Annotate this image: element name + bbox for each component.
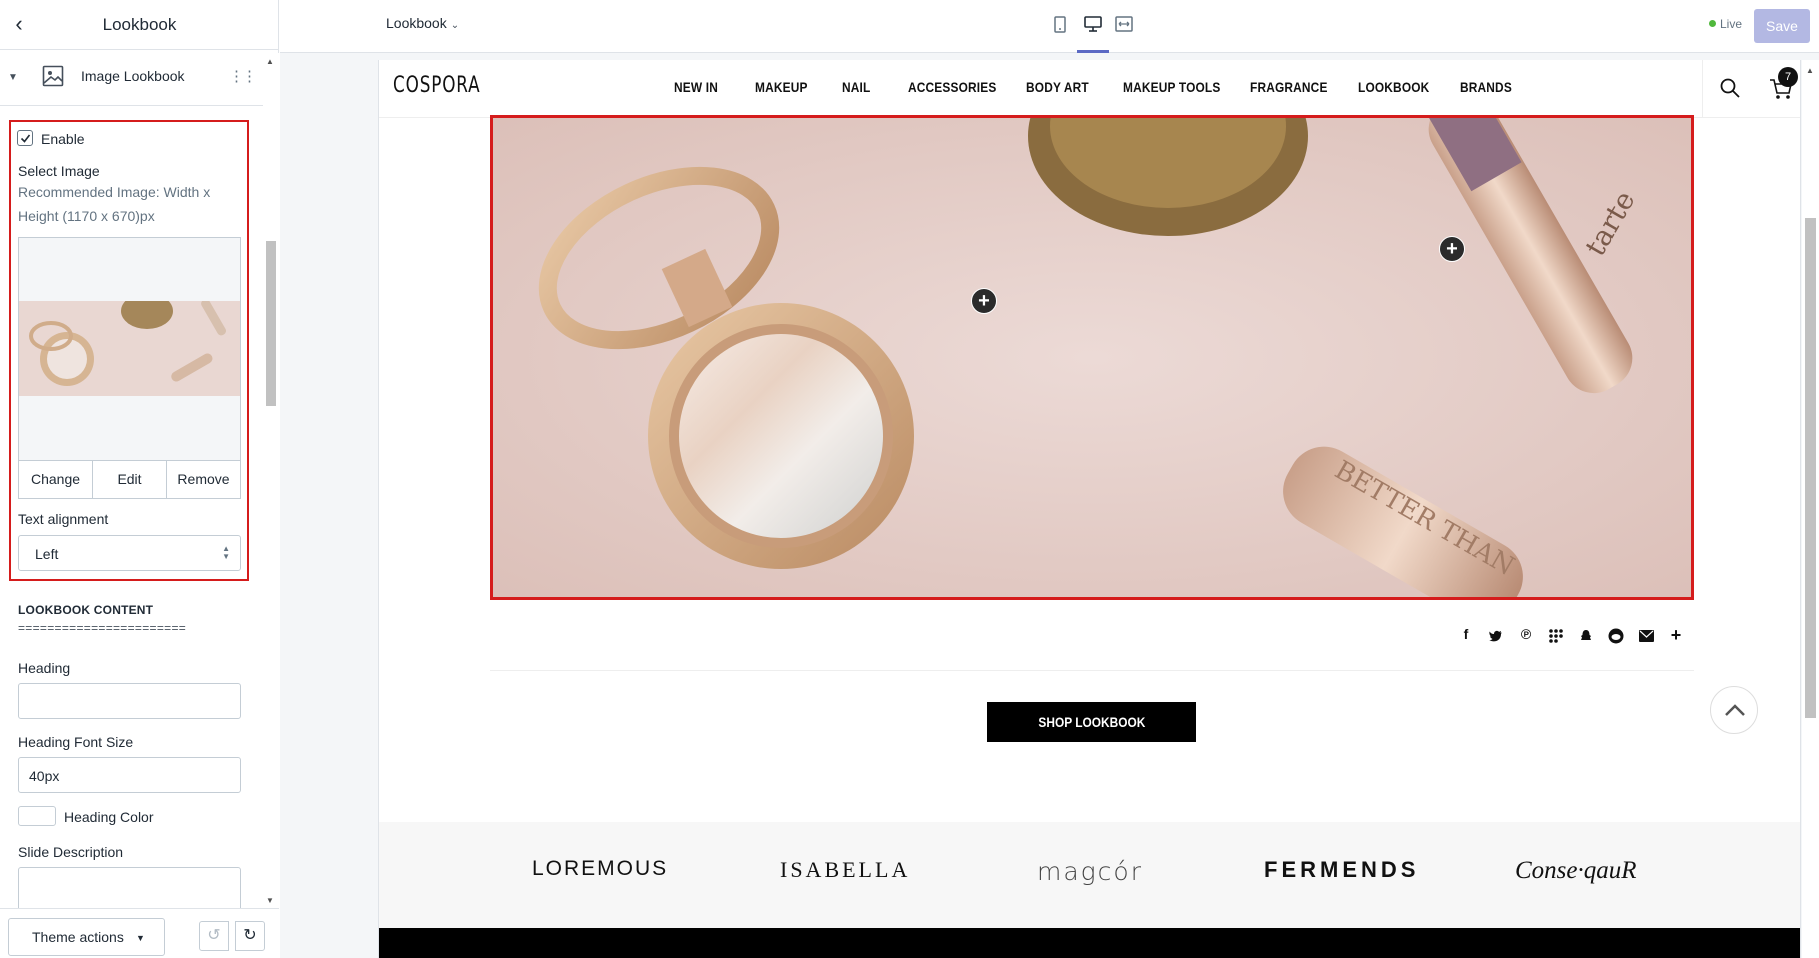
live-label: Live (1720, 17, 1743, 31)
edit-image-button[interactable]: Edit (93, 461, 167, 498)
select-image-label: Select Image (18, 163, 100, 179)
plus-icon[interactable]: + (1666, 626, 1686, 646)
scroll-up-icon[interactable]: ▲ (1806, 66, 1814, 75)
sidebar-header: ‹ Lookbook (0, 0, 279, 50)
page-selector[interactable]: Lookbook ⌄ (386, 15, 459, 31)
cart-count-badge: 7 (1778, 67, 1798, 87)
footer-band (379, 928, 1800, 958)
divider (490, 670, 1694, 671)
editor-topbar: Lookbook ⌄ Live Save (280, 0, 1819, 53)
heading-font-size-input[interactable]: 40px (18, 757, 241, 793)
image-button-group: Change Edit Remove (19, 460, 240, 498)
enable-checkbox[interactable] (17, 130, 33, 146)
theme-actions-button[interactable]: Theme actions ▼ (8, 918, 165, 956)
snapchat-icon[interactable] (1576, 626, 1596, 646)
store-header: COSPORA NEW IN MAKEUP NAIL ACCESSORIES B… (379, 60, 1800, 118)
brand-logo-fermends[interactable]: FERMENDS (1264, 857, 1419, 883)
save-button[interactable]: Save (1754, 9, 1810, 43)
preview-scrollbar-thumb[interactable] (1805, 218, 1816, 718)
shop-lookbook-label: SHOP LOOKBOOK (1038, 714, 1145, 730)
mobile-view-icon[interactable] (1047, 12, 1073, 38)
text-alignment-select[interactable]: Left ▲ ▼ (18, 535, 241, 571)
image-icon (42, 65, 64, 87)
nav-item-new-in[interactable]: NEW IN (674, 79, 718, 95)
select-arrows-icon: ▲ ▼ (222, 544, 230, 561)
image-thumbnail (19, 301, 240, 396)
text-alignment-label: Text alignment (18, 511, 109, 527)
sidebar-footer: Theme actions ▼ ↺ ↻ (0, 908, 279, 958)
lookbook-hotspot-2[interactable]: + (1439, 236, 1465, 262)
theme-editor: ‹ Lookbook ▼ Image Lookbook ⋮⋮ Enable Se… (0, 0, 1819, 958)
scrollbar-thumb[interactable] (266, 241, 276, 406)
nav-item-body-art[interactable]: BODY ART (1026, 79, 1089, 95)
nav-item-brands[interactable]: BRANDS (1460, 79, 1512, 95)
section-separator: ======================= (18, 621, 187, 635)
heading-color-swatch[interactable] (18, 806, 56, 826)
email-icon[interactable] (1636, 626, 1656, 646)
block-header-image-lookbook[interactable]: ▼ Image Lookbook ⋮⋮ (0, 53, 263, 106)
nav-item-makeup-tools[interactable]: MAKEUP TOOLS (1123, 79, 1220, 95)
checkmark-icon (20, 134, 31, 143)
editor-sidebar: ‹ Lookbook ▼ Image Lookbook ⋮⋮ Enable Se… (0, 0, 279, 958)
desktop-view-icon[interactable] (1080, 12, 1106, 38)
heading-input[interactable] (18, 683, 241, 719)
grid-icon[interactable] (1546, 626, 1566, 646)
fullwidth-view-icon[interactable] (1111, 12, 1137, 38)
caret-down-icon: ▼ (136, 933, 145, 943)
sidebar-title: Lookbook (102, 15, 177, 34)
heading-color-label: Heading Color (64, 809, 154, 825)
change-image-button[interactable]: Change (19, 461, 93, 498)
text-alignment-value: Left (35, 546, 59, 562)
nav-item-accessories[interactable]: ACCESSORIES (908, 79, 997, 95)
chevron-up-icon (1725, 704, 1745, 716)
heading-label: Heading (18, 660, 71, 676)
back-to-top-button[interactable] (1710, 686, 1758, 734)
sidebar-scrollbar[interactable]: ▲ ▼ (263, 53, 279, 908)
shop-lookbook-button[interactable]: SHOP LOOKBOOK (987, 702, 1196, 742)
nav-item-lookbook[interactable]: LOOKBOOK (1358, 79, 1429, 95)
lookbook-image: tarte BETTER THAN + + (490, 115, 1694, 600)
lookbook-hotspot-1[interactable]: + (971, 288, 997, 314)
brand-logo-loremous[interactable]: LOREMOUS (532, 857, 668, 881)
enable-label: Enable (41, 131, 85, 147)
caret-down-icon[interactable]: ▼ (8, 72, 18, 83)
facebook-icon[interactable]: f (1456, 626, 1476, 646)
image-picker: Change Edit Remove (18, 237, 241, 499)
header-divider (1702, 60, 1703, 118)
heading-font-size-label: Heading Font Size (18, 734, 134, 750)
search-icon[interactable] (1719, 77, 1741, 99)
heading-font-size-value: 40px (29, 768, 60, 784)
remove-image-button[interactable]: Remove (167, 461, 240, 498)
drag-handle-icon[interactable]: ⋮⋮ (229, 67, 257, 85)
brand-logo-consequar[interactable]: Conse·qauR (1515, 857, 1637, 885)
brand-logo-magcor[interactable]: magcór (1037, 857, 1143, 886)
section-heading: LOOKBOOK CONTENT (18, 603, 154, 617)
scroll-up-icon[interactable]: ▲ (266, 57, 274, 66)
scroll-down-icon[interactable]: ▼ (266, 896, 274, 905)
nav-item-fragrance[interactable]: FRAGRANCE (1250, 79, 1328, 95)
brand-logos-strip: LOREMOUS ISABELLA magcór FERMENDS Conse·… (379, 822, 1800, 928)
live-dot-icon (1709, 20, 1716, 27)
block-label: Image Lookbook (81, 68, 185, 84)
sidebar-scroll-area: ▼ Image Lookbook ⋮⋮ Enable Select Image … (0, 53, 263, 908)
reddit-icon[interactable] (1606, 626, 1626, 646)
redo-icon[interactable]: ↻ (235, 921, 265, 951)
twitter-icon[interactable] (1486, 626, 1506, 646)
pinterest-icon[interactable]: ℗ (1516, 626, 1536, 646)
theme-actions-label: Theme actions (32, 929, 124, 945)
store-preview: COSPORA NEW IN MAKEUP NAIL ACCESSORIES B… (378, 60, 1801, 958)
brand-logo-isabella[interactable]: ISABELLA (780, 857, 910, 883)
undo-icon[interactable]: ↺ (199, 921, 229, 951)
recommended-image-help: Recommended Image: Width x Height (1170 … (18, 184, 211, 224)
live-status: Live (1709, 17, 1742, 31)
nav-item-nail[interactable]: NAIL (842, 79, 870, 95)
slide-description-textarea[interactable] (18, 867, 241, 908)
page-selector-label: Lookbook (386, 15, 447, 31)
nav-item-makeup[interactable]: MAKEUP (755, 79, 808, 95)
preview-scrollbar[interactable]: ▲ (1802, 60, 1819, 958)
chevron-down-icon: ⌄ (450, 20, 460, 31)
store-logo[interactable]: COSPORA (393, 73, 480, 98)
slide-description-label: Slide Description (18, 844, 124, 860)
lookbook-photo: tarte BETTER THAN (493, 118, 1691, 597)
